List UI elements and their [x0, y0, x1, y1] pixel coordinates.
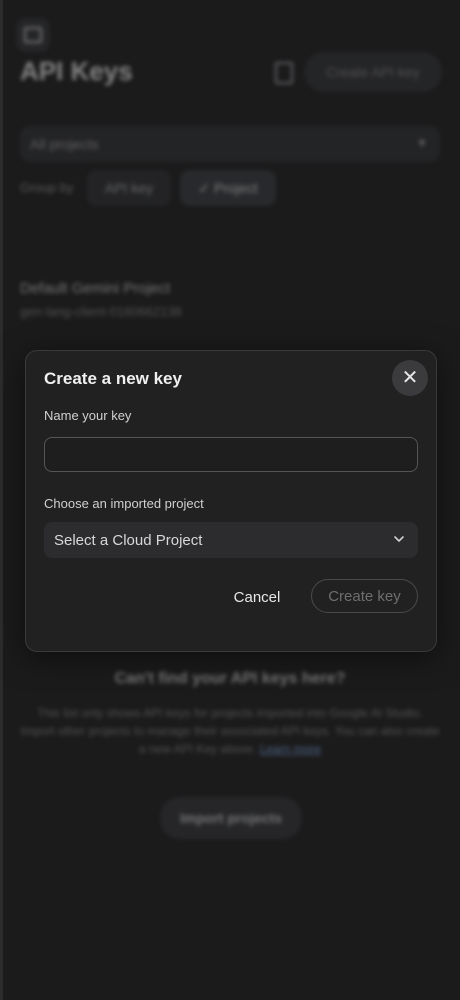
- document-icon[interactable]: [275, 62, 293, 84]
- group-by-label: Group by: [20, 180, 74, 195]
- key-name-label: Name your key: [44, 408, 132, 423]
- chevron-down-icon: [394, 536, 404, 542]
- chevron-down-icon: ▼: [416, 136, 428, 150]
- project-name: Default Gemini Project: [20, 280, 171, 297]
- cloud-project-select[interactable]: Select a Cloud Project: [44, 522, 418, 558]
- create-key-dialog: Create a new key ✕ Name your key Choose …: [25, 350, 437, 652]
- create-api-key-button[interactable]: Create API key: [304, 52, 442, 92]
- project-select-label: Choose an imported project: [44, 496, 204, 511]
- help-text: This list only shows API keys for projec…: [20, 704, 440, 758]
- project-filter-value: All projects: [30, 136, 99, 152]
- help-title: Can't find your API keys here?: [114, 670, 346, 687]
- page-title: API Keys: [20, 56, 133, 86]
- close-dialog-button[interactable]: ✕: [392, 360, 428, 396]
- check-icon: ✓: [198, 179, 215, 196]
- group-by-api-key-chip[interactable]: API key: [87, 170, 171, 206]
- create-key-button[interactable]: Create key: [311, 579, 418, 613]
- dialog-title: Create a new key: [44, 369, 182, 388]
- cancel-button[interactable]: Cancel: [222, 580, 292, 614]
- import-projects-button[interactable]: Import projects: [160, 797, 302, 839]
- group-by-project-chip[interactable]: ✓ Project: [180, 170, 276, 206]
- close-icon: ✕: [401, 367, 419, 389]
- learn-more-link[interactable]: Learn more: [260, 742, 321, 756]
- cloud-project-select-value: Select a Cloud Project: [54, 531, 203, 549]
- key-name-input[interactable]: [44, 437, 418, 472]
- project-id: gen-lang-client-0160662138: [20, 304, 182, 319]
- help-description: This list only shows API keys for projec…: [20, 706, 440, 756]
- group-by-project-label: Project: [214, 180, 258, 196]
- sidebar-toggle-icon: [24, 27, 42, 43]
- project-filter-select[interactable]: All projects ▼: [20, 126, 440, 162]
- menu-button[interactable]: [16, 18, 50, 52]
